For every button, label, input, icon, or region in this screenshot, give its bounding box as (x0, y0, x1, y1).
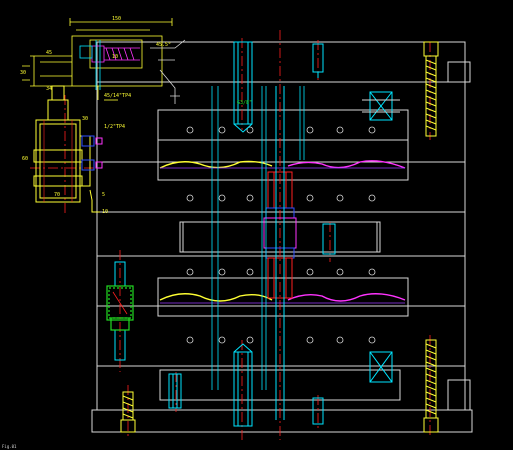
label-dim-60: 60 (22, 156, 28, 162)
label-cooling: G3/8" (237, 100, 252, 106)
label-callout-angle: 45.5° (156, 42, 171, 48)
status-text: Fig.01 (2, 444, 17, 449)
label-dim-left-b: 30 (20, 70, 26, 76)
mold-assembly-drawing: 150 45 30 45.5° 45/14"TP4 G3/8" 10 1/2"T… (0, 0, 513, 450)
label-dim-5: 5 (102, 192, 105, 198)
label-dim-left-a: 45 (46, 50, 52, 56)
label-top-dim: 150 (112, 16, 121, 22)
label-dim-70: 70 (54, 192, 60, 198)
label-dim-small: 10 (112, 54, 118, 60)
label-dim-34: 34 (46, 86, 52, 92)
label-dim-10b: 10 (102, 209, 108, 215)
label-dim-30: 30 (82, 116, 88, 122)
label-port: 1/2"TP4 (104, 124, 125, 130)
label-callout-pipe: 45/14"TP4 (104, 93, 131, 99)
